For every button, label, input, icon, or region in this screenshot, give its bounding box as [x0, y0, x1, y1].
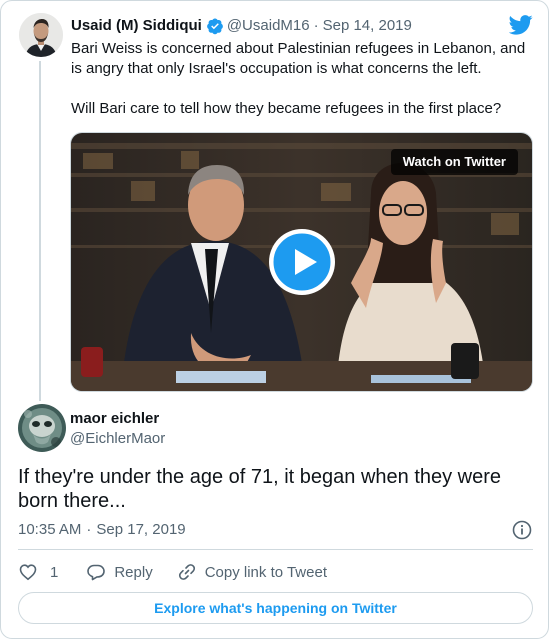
parent-tweet-date[interactable]: Sep 14, 2019 — [323, 16, 412, 36]
explore-twitter-button[interactable]: Explore what's happening on Twitter — [18, 592, 533, 624]
parent-tweet-paragraph: Will Bari care to tell how they became r… — [71, 100, 502, 117]
tweet-embed-card: Usaid (M) Siddiqui @UsaidM16 · Sep 14, 2… — [0, 0, 549, 639]
reply-button[interactable]: Reply — [86, 562, 153, 582]
tweet-date[interactable]: Sep 17, 2019 — [96, 520, 185, 540]
heart-icon — [19, 564, 37, 581]
watch-on-twitter-button[interactable]: Watch on Twitter — [390, 149, 518, 175]
play-button[interactable] — [269, 229, 335, 295]
reply-label: Reply — [114, 563, 153, 581]
verified-badge-icon — [206, 18, 223, 35]
tweet-text: If they're under the age of 71, it began… — [18, 466, 502, 512]
parent-tweet-paragraph: Bari Weiss is concerned about Palestinia… — [71, 40, 526, 77]
separator-dot: · — [313, 17, 319, 34]
parent-author-avatar[interactable] — [19, 13, 63, 57]
author-handle[interactable]: @EichlerMaor — [70, 429, 165, 449]
video-thumbnail[interactable]: Watch on Twitter — [70, 132, 533, 392]
tweet-time[interactable]: 10:35 AM — [18, 520, 81, 540]
parent-tweet-text: Bari Weiss is concerned about Palestinia… — [71, 39, 531, 119]
author-avatar[interactable] — [18, 404, 66, 452]
link-icon — [178, 564, 195, 580]
thread-connector-line — [39, 61, 41, 401]
copy-link-button[interactable]: Copy link to Tweet — [177, 562, 327, 582]
parent-author-name[interactable]: Usaid (M) Siddiqui — [71, 16, 202, 36]
copy-link-label: Copy link to Tweet — [204, 563, 327, 581]
author-name[interactable]: maor eichler — [70, 409, 159, 429]
parent-author-handle[interactable]: @UsaidM16 — [227, 16, 310, 36]
like-count: 1 — [50, 563, 59, 581]
separator-dot: · — [86, 521, 92, 538]
tweet-actions: 1 Reply Copy link to Tweet — [18, 560, 327, 584]
play-icon — [270, 230, 334, 294]
like-button[interactable]: 1 — [18, 562, 58, 582]
reply-bubble-icon — [87, 564, 106, 581]
twitter-logo-icon[interactable] — [509, 15, 533, 35]
info-icon[interactable] — [512, 520, 532, 540]
tweet-timestamp[interactable]: 10:35 AM · Sep 17, 2019 — [18, 520, 186, 540]
divider — [18, 549, 533, 550]
parent-tweet-header: Usaid (M) Siddiqui @UsaidM16 · Sep 14, 2… — [71, 16, 412, 36]
